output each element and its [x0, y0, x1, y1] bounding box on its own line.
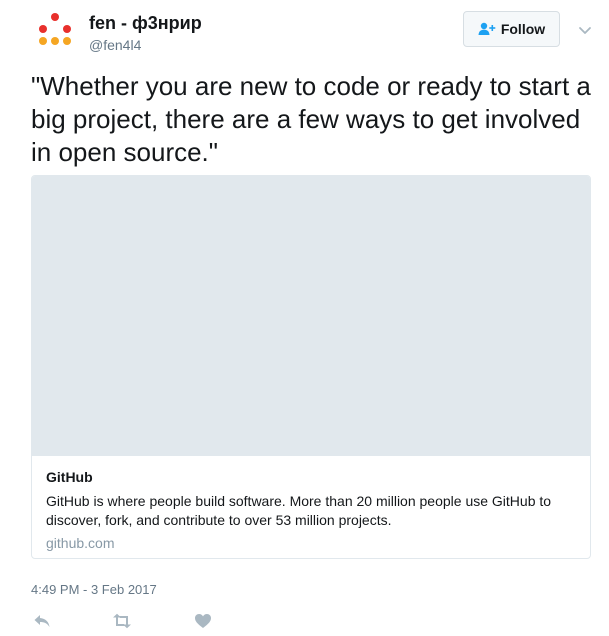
avatar[interactable]: [33, 11, 77, 55]
add-person-icon: [478, 22, 496, 36]
chevron-down-icon[interactable]: [578, 23, 592, 37]
follow-button[interactable]: Follow: [463, 11, 560, 47]
link-card[interactable]: GitHub GitHub is where people build soft…: [31, 175, 591, 559]
avatar-dots-logo: [39, 13, 71, 45]
reply-icon[interactable]: [31, 611, 53, 631]
like-icon[interactable]: [192, 611, 214, 631]
card-title: GitHub: [46, 469, 93, 485]
card-domain: github.com: [46, 535, 115, 551]
tweet: fen - ф3нрир @fen4l4 Follow "Whether you…: [0, 0, 609, 636]
card-description: GitHub is where people build software. M…: [46, 493, 552, 528]
author-name[interactable]: fen - ф3нрир: [89, 13, 202, 34]
follow-button-label: Follow: [500, 21, 546, 37]
tweet-timestamp[interactable]: 4:49 PM - 3 Feb 2017: [31, 582, 157, 597]
tweet-text: "Whether you are new to code or ready to…: [31, 71, 591, 167]
retweet-icon[interactable]: [111, 611, 133, 631]
author-handle[interactable]: @fen4l4: [89, 37, 141, 53]
card-image-placeholder: [32, 176, 590, 456]
card-body: GitHub GitHub is where people build soft…: [32, 456, 590, 552]
